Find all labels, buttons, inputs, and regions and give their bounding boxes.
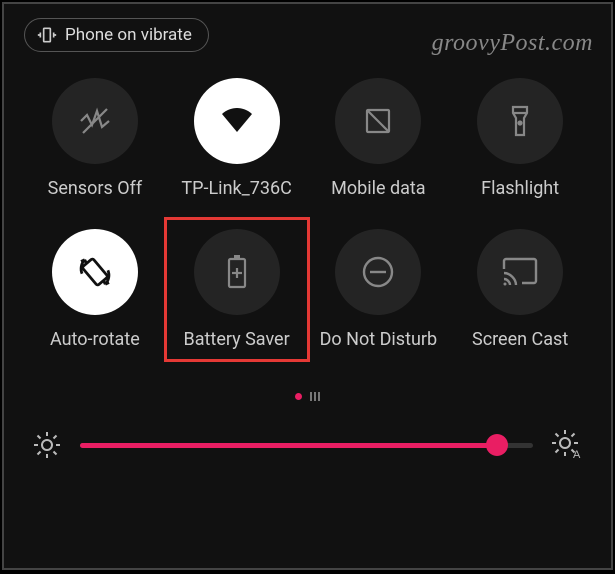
sensors-off-icon xyxy=(75,101,115,141)
tile-button[interactable] xyxy=(335,78,421,164)
brightness-low-icon xyxy=(32,430,62,460)
tile-button[interactable] xyxy=(477,229,563,315)
auto-rotate-icon xyxy=(73,250,117,294)
tile-label: Auto-rotate xyxy=(50,329,140,350)
watermark-text: groovyPost.com xyxy=(432,30,593,57)
tile-label: Do Not Disturb xyxy=(320,329,438,350)
tile-button[interactable] xyxy=(194,229,280,315)
tile-sensors-off[interactable]: Sensors Off xyxy=(24,78,166,199)
quick-settings-grid: Sensors Off TP-Link_736C xyxy=(16,78,599,350)
battery-saver-icon xyxy=(224,252,250,292)
tile-mobile-data[interactable]: Mobile data xyxy=(308,78,450,199)
svg-text:A: A xyxy=(573,449,581,461)
tile-auto-rotate[interactable]: Auto-rotate xyxy=(24,229,166,350)
pager-dot-active xyxy=(295,393,302,400)
tile-button[interactable] xyxy=(477,78,563,164)
tile-label: Sensors Off xyxy=(48,178,142,199)
brightness-row: A xyxy=(16,429,599,461)
slider-fill xyxy=(80,443,497,448)
ringer-status-chip[interactable]: Phone on vibrate xyxy=(24,18,209,52)
mobile-data-off-icon xyxy=(360,103,396,139)
tile-button[interactable] xyxy=(52,78,138,164)
tile-label: Battery Saver xyxy=(184,329,290,350)
tile-label: Flashlight xyxy=(481,178,559,199)
tile-label: Mobile data xyxy=(331,178,425,199)
tile-button[interactable] xyxy=(194,78,280,164)
tile-battery-saver[interactable]: Battery Saver xyxy=(166,229,308,350)
flashlight-icon xyxy=(503,101,537,141)
tile-screen-cast[interactable]: Screen Cast xyxy=(449,229,591,350)
tile-button[interactable] xyxy=(52,229,138,315)
wifi-icon xyxy=(214,98,260,144)
slider-thumb[interactable] xyxy=(486,434,508,456)
tile-label: Screen Cast xyxy=(472,329,568,350)
brightness-auto-icon[interactable]: A xyxy=(551,429,583,461)
tile-button[interactable] xyxy=(335,229,421,315)
tile-label: TP-Link_736C xyxy=(181,178,291,199)
ringer-status-label: Phone on vibrate xyxy=(65,25,192,45)
brightness-slider[interactable] xyxy=(80,443,533,448)
tile-do-not-disturb[interactable]: Do Not Disturb xyxy=(308,229,450,350)
page-indicator xyxy=(16,392,599,401)
cast-icon xyxy=(500,255,540,289)
tile-flashlight[interactable]: Flashlight xyxy=(449,78,591,199)
pager-dot-inactive xyxy=(310,392,320,401)
do-not-disturb-icon xyxy=(359,253,397,291)
vibrate-icon xyxy=(37,25,57,45)
tile-wifi[interactable]: TP-Link_736C xyxy=(166,78,308,199)
quick-settings-panel: Phone on vibrate groovyPost.com Sensors … xyxy=(2,2,613,570)
